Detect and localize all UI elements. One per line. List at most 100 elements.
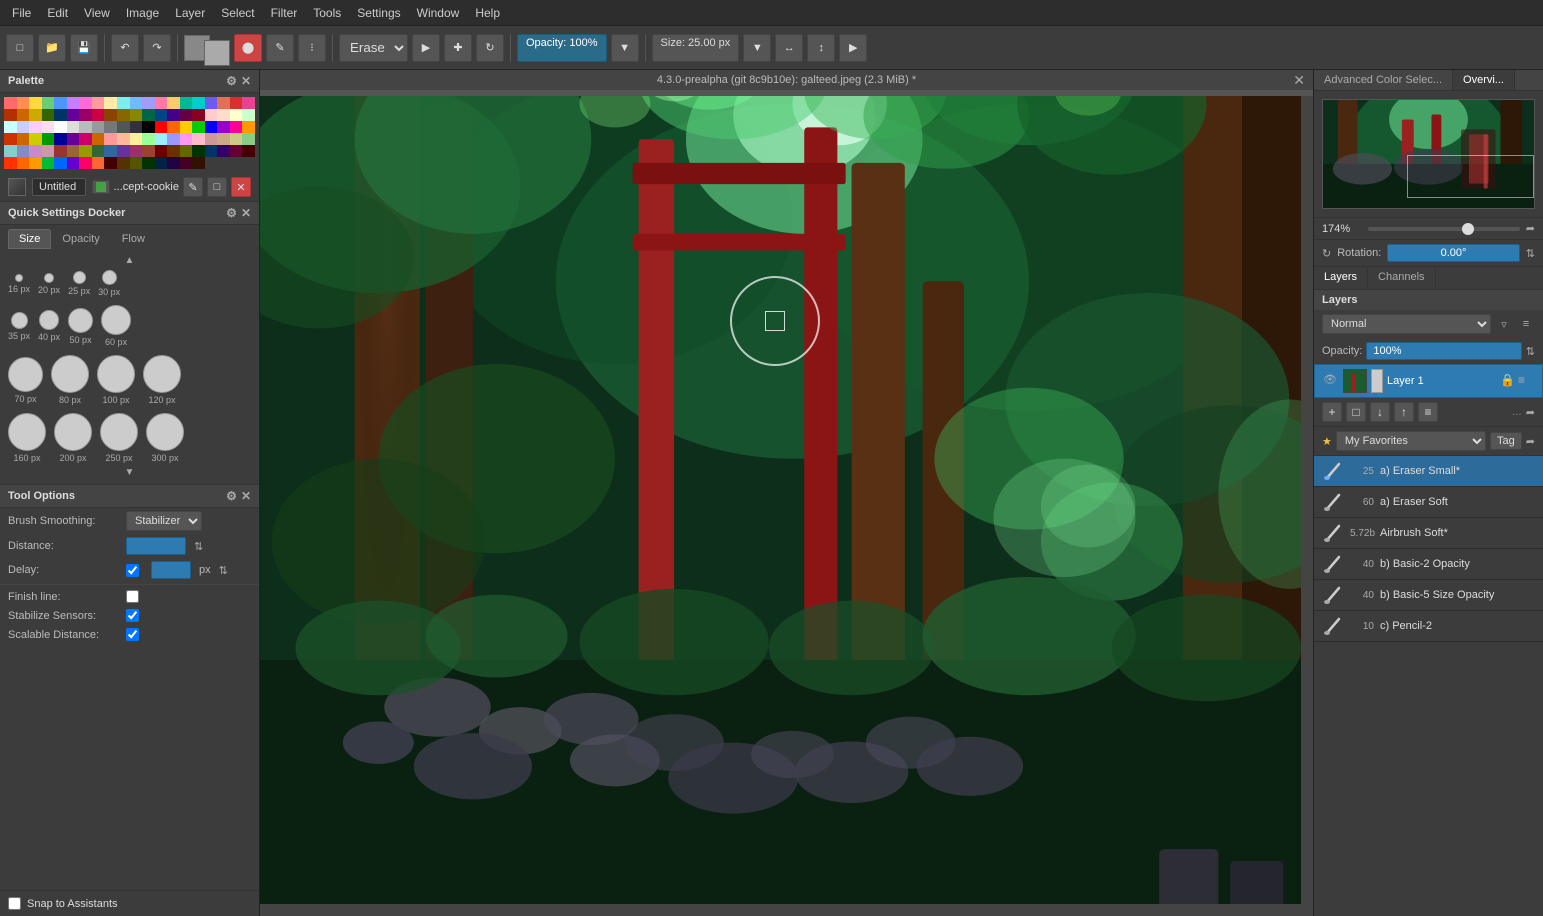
to-settings-icon[interactable]: ⚙ — [226, 489, 237, 503]
brush-filter-select[interactable]: My Favorites — [1336, 431, 1486, 451]
to-distance-arrows[interactable]: ⇅ — [194, 540, 203, 553]
canvas-area[interactable]: 4.3.0-prealpha (git 8c9b10e): galteed.jp… — [260, 70, 1313, 916]
color-swatch-44[interactable] — [54, 121, 67, 133]
palette-settings-icon[interactable]: ⚙ — [226, 74, 237, 88]
color-swatch-106[interactable] — [79, 157, 92, 169]
color-swatch-46[interactable] — [79, 121, 92, 133]
layer-copy-btn[interactable]: □ — [207, 177, 227, 197]
brush-size-item-20[interactable]: 20 px — [38, 273, 60, 295]
opacity-dropdown[interactable]: ▼ — [611, 34, 639, 62]
brush-size-item-200[interactable]: 200 px — [54, 413, 92, 463]
color-swatch-26[interactable] — [79, 109, 92, 121]
qs-tab-flow[interactable]: Flow — [111, 229, 156, 249]
color-swatch-38[interactable] — [230, 109, 243, 121]
color-swatch-76[interactable] — [205, 133, 218, 145]
brush-size-item-250[interactable]: 250 px — [100, 413, 138, 463]
color-swatch-73[interactable] — [167, 133, 180, 145]
tab-overview[interactable]: Overvi... — [1453, 70, 1515, 90]
color-swatch-19[interactable] — [242, 97, 255, 109]
color-swatch-33[interactable] — [167, 109, 180, 121]
brush-size-item-300[interactable]: 300 px — [146, 413, 184, 463]
color-swatch-40[interactable] — [4, 121, 17, 133]
color-swatch-31[interactable] — [142, 109, 155, 121]
redo-button[interactable]: ↷ — [143, 34, 171, 62]
color-swatch-85[interactable] — [67, 145, 80, 157]
color-swatch-78[interactable] — [230, 133, 243, 145]
qs-scroll-down[interactable]: ▼ — [8, 467, 251, 478]
color-swatch-63[interactable] — [42, 133, 55, 145]
color-swatch-104[interactable] — [54, 157, 67, 169]
layer-color-swatch[interactable] — [8, 178, 26, 196]
brush-size-item-40[interactable]: 40 px — [38, 310, 60, 342]
color-swatch-72[interactable] — [155, 133, 168, 145]
grid-icon[interactable]: ⁝ — [298, 34, 326, 62]
color-swatch-54[interactable] — [180, 121, 193, 133]
color-swatch-115[interactable] — [192, 157, 205, 169]
color-swatch-53[interactable] — [167, 121, 180, 133]
size-control[interactable]: Size: 25.00 px — [652, 34, 740, 62]
color-swatch-30[interactable] — [130, 109, 143, 121]
qs-close-icon[interactable]: ✕ — [241, 206, 251, 220]
layers-expand-icon[interactable]: ➦ — [1526, 406, 1535, 419]
color-swatch-0[interactable] — [4, 97, 17, 109]
color-swatch-45[interactable] — [67, 121, 80, 133]
color-swatch-68[interactable] — [104, 133, 117, 145]
color-swatch-71[interactable] — [142, 133, 155, 145]
color-swatch-23[interactable] — [42, 109, 55, 121]
color-swatch-37[interactable] — [217, 109, 230, 121]
color-swatch-13[interactable] — [167, 97, 180, 109]
brush-preset-item-2[interactable]: 5.72b Airbrush Soft* — [1314, 518, 1543, 549]
save-button[interactable]: 💾 — [70, 34, 98, 62]
color-swatch-5[interactable] — [67, 97, 80, 109]
refresh-icon[interactable]: ↻ — [476, 34, 504, 62]
color-swatch-22[interactable] — [29, 109, 42, 121]
color-swatch-114[interactable] — [180, 157, 193, 169]
move-up-layer-btn[interactable]: ↑ — [1394, 402, 1414, 422]
color-swatch-92[interactable] — [155, 145, 168, 157]
to-stabilize-check[interactable] — [126, 609, 139, 622]
color-swatch-32[interactable] — [155, 109, 168, 121]
color-swatch-75[interactable] — [192, 133, 205, 145]
color-swatch-14[interactable] — [180, 97, 193, 109]
color-swatch-29[interactable] — [117, 109, 130, 121]
qs-tab-opacity[interactable]: Opacity — [51, 229, 110, 249]
color-swatch-6[interactable] — [79, 97, 92, 109]
brush-size-item-160[interactable]: 160 px — [8, 413, 46, 463]
color-swatch-21[interactable] — [17, 109, 30, 121]
canvas-scrollbar-vertical[interactable] — [1301, 96, 1313, 904]
to-distance-input[interactable]: 50.0 — [126, 537, 186, 555]
tab-channels[interactable]: Channels — [1368, 267, 1435, 289]
color-swatch-103[interactable] — [42, 157, 55, 169]
brush-size-item-100[interactable]: 100 px — [97, 355, 135, 405]
color-swatch-83[interactable] — [42, 145, 55, 157]
brush-preset-item-5[interactable]: 10 c) Pencil-2 — [1314, 611, 1543, 642]
palette-close-icon[interactable]: ✕ — [241, 74, 251, 88]
qs-tab-size[interactable]: Size — [8, 229, 51, 249]
color-swatch-56[interactable] — [205, 121, 218, 133]
menu-view[interactable]: View — [76, 4, 118, 22]
menu-help[interactable]: Help — [467, 4, 508, 22]
rotation-icon[interactable]: ↻ — [1322, 247, 1331, 260]
brush-size-item-25[interactable]: 25 px — [68, 271, 90, 296]
color-swatch-18[interactable] — [230, 97, 243, 109]
menu-file[interactable]: File — [4, 4, 39, 22]
color-swatch-99[interactable] — [242, 145, 255, 157]
color-swatch-24[interactable] — [54, 109, 67, 121]
brush-size-item-80[interactable]: 80 px — [51, 355, 89, 405]
color-swatch-9[interactable] — [117, 97, 130, 109]
menu-settings[interactable]: Settings — [349, 4, 408, 22]
brush-size-item-16[interactable]: 16 px — [8, 274, 30, 294]
color-swatch-107[interactable] — [92, 157, 105, 169]
color-swatch-113[interactable] — [167, 157, 180, 169]
new-button[interactable]: □ — [6, 34, 34, 62]
color-swatch-105[interactable] — [67, 157, 80, 169]
color-swatch-34[interactable] — [180, 109, 193, 121]
tab-layers[interactable]: Layers — [1314, 267, 1368, 289]
color-swatch-7[interactable] — [92, 97, 105, 109]
color-swatch-27[interactable] — [92, 109, 105, 121]
brush-preset-item-1[interactable]: 60 a) Eraser Soft — [1314, 487, 1543, 518]
color-swatch-3[interactable] — [42, 97, 55, 109]
qs-settings-icon[interactable]: ⚙ — [226, 206, 237, 220]
mirror-h-button[interactable]: ↔ — [775, 34, 803, 62]
color-swatch-51[interactable] — [142, 121, 155, 133]
